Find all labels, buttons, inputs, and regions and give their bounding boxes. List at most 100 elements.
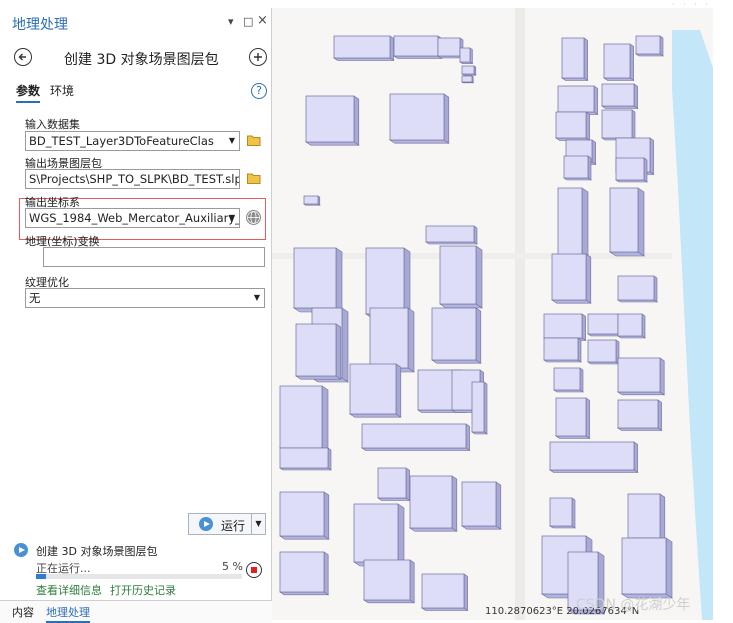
chevron-down-icon: ▼: [228, 136, 235, 145]
output-crs-select[interactable]: WGS_1984_Web_Mercator_Auxiliary_ ▼: [25, 208, 240, 228]
output-package-field[interactable]: S\Projects\SHP_TO_SLPK\BD_TEST.slpk: [25, 169, 240, 189]
building-roof: [543, 313, 583, 339]
back-arrow-icon[interactable]: [14, 48, 32, 66]
progress-fill: [36, 574, 47, 579]
building-roof: [617, 275, 655, 301]
tab-contents[interactable]: 内容: [12, 604, 34, 620]
building-side: [657, 399, 662, 431]
building: [279, 491, 330, 540]
input-dataset-value: BD_TEST_Layer3DToFeatureClas: [29, 134, 214, 148]
building: [393, 35, 443, 59]
building-front: [461, 525, 502, 530]
folder-icon[interactable]: [247, 135, 262, 146]
building-front: [279, 535, 330, 540]
building: [635, 35, 664, 57]
building-roof: [617, 313, 643, 337]
building-side: [581, 313, 586, 341]
pane-restore-icon[interactable]: □: [243, 15, 253, 28]
building-side: [341, 307, 349, 383]
view-details-link[interactable]: 查看详细信息: [36, 582, 102, 598]
map-scene[interactable]: [272, 8, 713, 620]
building: [627, 493, 666, 542]
help-icon[interactable]: ?: [251, 83, 267, 99]
tab-parameters[interactable]: 参数: [16, 82, 41, 103]
building-side: [631, 109, 636, 141]
output-package-value: S\Projects\SHP_TO_SLPK\BD_TEST.slpk: [29, 172, 240, 186]
building-front: [389, 139, 450, 144]
building-side: [591, 139, 596, 165]
watermark: CSDN @花湖少年: [576, 597, 691, 613]
building: [621, 537, 673, 599]
building: [279, 551, 330, 596]
building: [333, 35, 395, 61]
building-front: [439, 303, 483, 309]
building: [549, 441, 639, 473]
run-options-chevron-icon[interactable]: ▼: [251, 514, 265, 534]
building-side: [659, 35, 664, 57]
building-side: [649, 137, 654, 175]
building-front: [377, 497, 411, 501]
building-side: [465, 423, 470, 451]
building-front: [363, 599, 416, 604]
geo-transform-field[interactable]: [43, 247, 265, 267]
building-front: [361, 447, 471, 451]
building-side: [475, 245, 483, 309]
building: [561, 37, 589, 81]
building-roof: [617, 357, 661, 393]
building-roof: [543, 337, 579, 361]
building-side: [587, 155, 592, 181]
building-side: [327, 447, 332, 471]
history-play-icon[interactable]: [14, 543, 28, 557]
building: [461, 65, 477, 76]
building-roof: [615, 157, 645, 181]
building-roof: [279, 385, 323, 449]
building: [279, 385, 329, 453]
building: [431, 307, 482, 364]
building: [353, 503, 405, 567]
texture-opt-select[interactable]: 无 ▼: [25, 288, 265, 308]
building: [601, 83, 639, 109]
plus-icon[interactable]: [249, 48, 267, 66]
tab-geoprocessing[interactable]: 地理处理: [46, 604, 90, 623]
building: [553, 367, 584, 393]
pane-close-icon[interactable]: ×: [257, 13, 268, 28]
pane-title: 地理处理: [12, 17, 68, 33]
building: [279, 447, 332, 471]
building-roof: [425, 225, 475, 243]
open-history-link[interactable]: 打开历史记录: [110, 582, 176, 598]
building: [549, 497, 576, 529]
building: [365, 247, 411, 319]
building-side: [583, 37, 588, 81]
run-button[interactable]: 运行 ▼: [188, 513, 266, 535]
building-side: [643, 157, 648, 183]
folder-icon[interactable]: [247, 173, 262, 184]
building-roof: [437, 37, 461, 57]
tool-header: 创建 3D 对象场景图层包: [0, 44, 272, 72]
pane-options-icon[interactable]: ▾: [228, 15, 234, 28]
building-roof: [409, 475, 453, 529]
building-roof: [303, 195, 319, 205]
building: [617, 313, 646, 339]
input-dataset-select[interactable]: BD_TEST_Layer3DToFeatureClas ▼: [25, 131, 240, 151]
map-top-strip: · · · ·: [272, 0, 733, 9]
globe-icon[interactable]: [246, 210, 261, 225]
building-roof: [627, 493, 661, 539]
building-side: [495, 481, 502, 530]
building-roof: [279, 551, 325, 593]
building-front: [601, 105, 639, 109]
tab-environments[interactable]: 环境: [50, 82, 74, 99]
building-front: [305, 141, 360, 146]
building-side: [389, 35, 394, 61]
stop-icon[interactable]: [246, 562, 262, 578]
building-front: [349, 413, 402, 418]
building-roof: [549, 441, 635, 471]
building-roof: [553, 367, 581, 391]
building: [617, 357, 666, 396]
building-group: [279, 35, 673, 615]
run-button-label: 运行: [221, 519, 246, 533]
building-roof: [389, 93, 445, 141]
building-side: [451, 475, 458, 532]
building-front: [409, 527, 458, 532]
building-front: [333, 57, 395, 61]
map-view[interactable]: [272, 8, 713, 620]
